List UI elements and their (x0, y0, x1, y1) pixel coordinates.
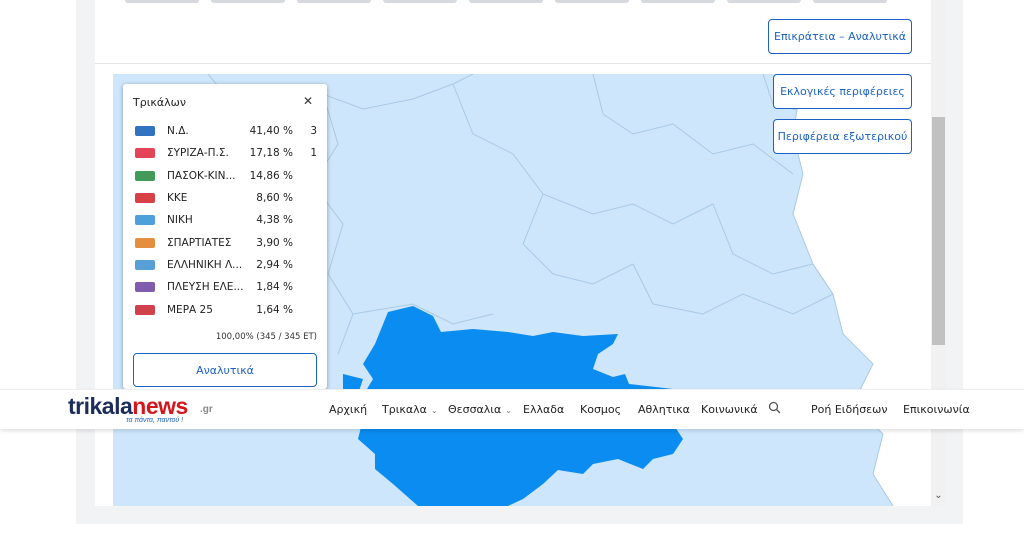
party-percent: 3,90 % (256, 237, 293, 249)
party-row: ΚΚΕ 8,60 % (133, 190, 323, 208)
party-name: ΜΕΡΑ 25 (167, 304, 213, 316)
tab-stub[interactable] (211, 0, 285, 3)
spartiates-logo (133, 236, 157, 250)
details-button[interactable]: Αναλυτικά (133, 353, 317, 387)
party-name: ΕΛΛΗΝΙΚΗ Λ... (167, 259, 243, 271)
party-name: ΚΚΕ (167, 192, 188, 204)
party-row: ΕΛΛΗΝΙΚΗ Λ... 2,94 % (133, 257, 323, 275)
party-percent: 4,38 % (256, 214, 293, 226)
nav-item-label: Αρχική (329, 403, 368, 416)
nav-item-label: Αθλητικα (638, 403, 690, 416)
nav-item[interactable]: Θεσσαλια ⌄ (448, 403, 512, 416)
territory-details-button[interactable]: Επικράτεια – Αναλυτικά (768, 19, 912, 54)
region-border (632, 263, 834, 315)
party-name: ΣΥΡΙΖΑ-Π.Σ. (167, 147, 229, 159)
niki-logo (133, 213, 157, 227)
close-icon[interactable]: ✕ (303, 94, 313, 108)
tab-stub[interactable] (727, 0, 801, 3)
nav-item[interactable]: Κοινωνικά (701, 403, 758, 416)
nav-item[interactable]: Τρικαλα ⌄ (382, 403, 438, 416)
party-row: ΠΛΕΥΣΗ ΕΛΕ... 1,84 % (133, 279, 323, 297)
logo-gr-text: .gr (200, 404, 213, 415)
scroll-down-icon[interactable]: ⌄ (931, 490, 946, 501)
prefecture-results-popup: Τρικάλων ✕ Ν.Δ. 41,40 % 3 ΣΥΡΙΖΑ-Π.Σ. 17,18 … (123, 84, 327, 389)
nav-item[interactable]: Κοσμος (580, 403, 621, 416)
party-percent: 2,94 % (256, 259, 293, 271)
party-name: ΣΠΑΡΤΙΑΤΕΣ (167, 237, 232, 249)
abroad-region-button[interactable]: Περιφέρεια εξωτερικού (773, 119, 912, 154)
tab-stub[interactable] (383, 0, 457, 3)
divider (95, 63, 931, 64)
site-logo[interactable]: trikalanews .gr τα πάντα, παντού ! (68, 393, 218, 429)
party-name: Ν.Δ. (167, 125, 189, 137)
pasok-logo (133, 169, 157, 183)
nav-item[interactable]: Ελλαδα (523, 403, 564, 416)
top-tabs-row (125, 0, 915, 4)
logo-trikala-text: trikala (68, 393, 133, 419)
nav-item-label: Ελλαδα (523, 403, 565, 416)
party-row: ΣΠΑΡΤΙΑΤΕΣ 3,90 % (133, 235, 323, 253)
kke-logo (133, 191, 157, 205)
chevron-down-icon: ⌄ (505, 406, 512, 415)
party-percent: 41,40 % (249, 125, 293, 137)
nav-item-label: Θεσσαλια (448, 403, 502, 416)
nav-item-label: Επικοινωνία (903, 403, 970, 416)
party-name: ΠΛΕΥΣΗ ΕΛΕ... (167, 281, 243, 293)
nav-item[interactable]: Επικοινωνία (903, 403, 970, 416)
chevron-down-icon: ⌄ (430, 406, 438, 415)
tab-stub[interactable] (555, 0, 629, 3)
counted-stations-total: 100,00% (345 / 345 ΕΤ) (215, 332, 317, 342)
party-row: ΝΙΚΗ 4,38 % (133, 212, 323, 230)
tab-stub[interactable] (641, 0, 715, 3)
party-row: ΠΑΣΟΚ-ΚΙΝ... 14,86 % (133, 168, 323, 186)
region-border (452, 83, 714, 225)
site-navbar: trikalanews .gr τα πάντα, παντού ! Αρχικ… (0, 389, 1024, 429)
electoral-regions-button[interactable]: Εκλογικές περιφέρειες (773, 74, 912, 109)
party-row: Ν.Δ. 41,40 % 3 (133, 123, 323, 141)
region-border (592, 74, 794, 175)
party-name: ΠΑΣΟΚ-ΚΙΝ... (167, 170, 236, 182)
elliniki-lysi-logo (133, 258, 157, 272)
party-percent: 17,18 % (249, 147, 293, 159)
nav-item[interactable]: Αθλητικα (638, 403, 690, 416)
party-row: ΜΕΡΑ 25 1,64 % (133, 302, 323, 320)
party-seats: 1 (310, 147, 317, 159)
tab-stub[interactable] (297, 0, 371, 3)
scrollbar-thumb[interactable] (932, 117, 945, 345)
nav-item-label: Κοσμος (580, 403, 622, 416)
logo-slogan: τα πάντα, παντού ! (126, 417, 184, 424)
nav-item-label: Κοινωνικά (701, 403, 758, 416)
tab-stub[interactable] (469, 0, 543, 3)
party-percent: 8,60 % (256, 192, 293, 204)
tab-stub[interactable] (813, 0, 887, 3)
nd-logo (133, 124, 157, 138)
party-name: ΝΙΚΗ (167, 214, 193, 226)
party-seats: 3 (310, 125, 317, 137)
party-row: ΣΥΡΙΖΑ-Π.Σ. 17,18 % 1 (133, 145, 323, 163)
plefsi-logo (133, 280, 157, 294)
nav-item-label: Ροή Ειδήσεων (811, 403, 888, 416)
nav-item[interactable]: Αρχική (329, 403, 367, 416)
syriza-logo (133, 146, 157, 160)
mera25-logo (133, 303, 157, 317)
nav-item-label: Τρικαλα (382, 403, 427, 416)
party-percent: 14,86 % (249, 170, 293, 182)
search-icon[interactable] (768, 401, 781, 417)
popup-title: Τρικάλων (133, 96, 187, 109)
tab-stub[interactable] (125, 0, 199, 3)
party-percent: 1,64 % (256, 304, 293, 316)
nav-item[interactable]: Ροή Ειδήσεων (811, 403, 887, 416)
logo-news-text: news (132, 393, 188, 419)
party-percent: 1,84 % (256, 281, 293, 293)
